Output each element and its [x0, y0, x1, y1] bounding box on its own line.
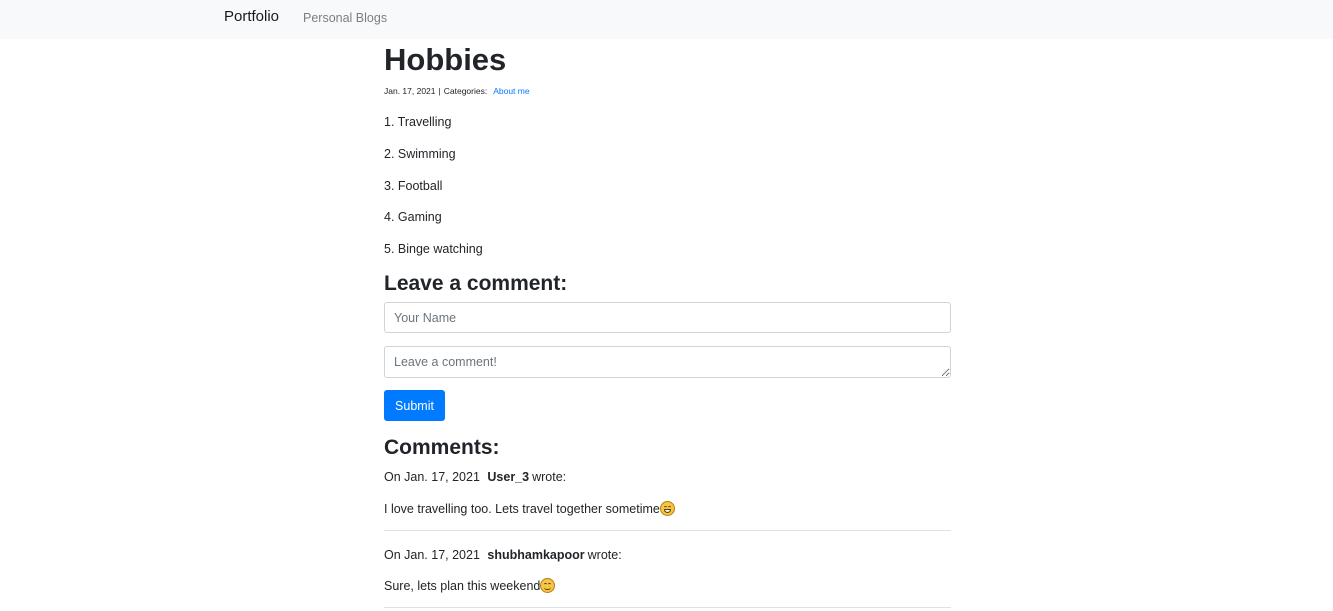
navbar-brand-link[interactable]: Portfolio [224, 7, 279, 27]
post-title: Hobbies [384, 42, 507, 77]
comment-body: I love travelling too. Lets travel toget… [384, 501, 675, 517]
nav-link-personal-blogs[interactable]: Personal Blogs [303, 10, 387, 26]
post-line: 2. Swimming [384, 147, 456, 161]
post-line: 3. Football [384, 179, 443, 193]
post-date: Jan. 17, 2021 [384, 86, 436, 96]
submit-button[interactable]: Submit [384, 390, 445, 421]
leave-comment-heading: Leave a comment: [384, 272, 568, 295]
post-line: 1. Travelling [384, 115, 452, 129]
grinning-squinting-face-icon [659, 501, 675, 516]
name-input[interactable] [384, 302, 951, 333]
comment-meta: On Jan. 17, 2021 User_3 wrote: [384, 469, 566, 485]
meta-separator: | [438, 86, 441, 96]
smiling-face-icon [540, 578, 556, 593]
category-link-about-me[interactable]: About me [493, 86, 529, 96]
post-meta: Jan. 17, 2021 | Categories: About me [384, 85, 530, 97]
comment-wrote: wrote: [587, 548, 622, 562]
comment-meta: On Jan. 17, 2021 shubhamkapoor wrote: [384, 547, 622, 563]
comment-body: Sure, lets plan this weekend [384, 578, 556, 594]
comment-wrote: wrote: [532, 470, 567, 484]
comment-text: Sure, lets plan this weekend [384, 579, 541, 593]
comment-author: shubhamkapoor [487, 548, 585, 562]
post-line: 4. Gaming [384, 210, 442, 224]
categories-label: Categories: [443, 86, 488, 96]
comment-date: On Jan. 17, 2021 [384, 548, 480, 562]
comment-text: I love travelling too. Lets travel toget… [384, 502, 660, 516]
comment-divider [384, 530, 951, 531]
comment-textarea[interactable] [384, 346, 951, 378]
comment-author: User_3 [487, 470, 530, 484]
comment-date: On Jan. 17, 2021 [384, 470, 480, 484]
comments-heading: Comments: [384, 436, 500, 459]
comment-divider [384, 607, 951, 608]
navbar: Portfolio Personal Blogs [0, 0, 1333, 39]
post-line: 5. Binge watching [384, 242, 483, 256]
